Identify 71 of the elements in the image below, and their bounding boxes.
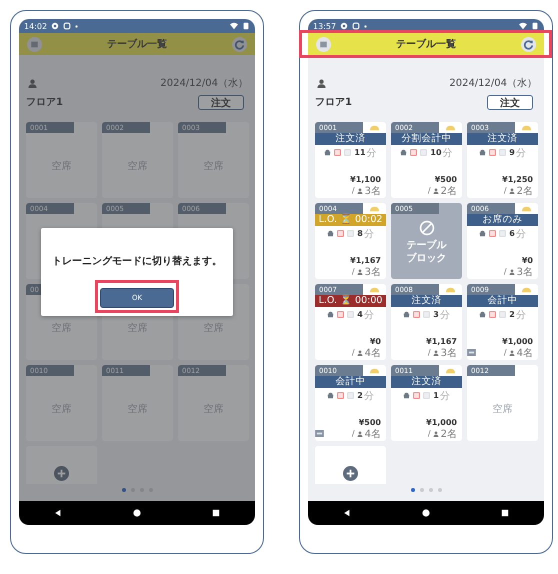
guest-count: 3名 xyxy=(516,266,533,278)
separator-text: / xyxy=(352,429,355,438)
status-label: 注文済 xyxy=(467,133,538,145)
amount-text: ¥1,167 xyxy=(349,256,382,265)
elapsed-minutes: 8 xyxy=(357,229,363,238)
elapsed-minutes: 10 xyxy=(430,148,442,157)
blocked-label: テーブル ブロック xyxy=(406,239,446,265)
guest-count: 4名 xyxy=(516,346,533,360)
floor-label: フロア1 xyxy=(26,96,63,109)
guest-count: 2名 xyxy=(516,184,533,198)
elapsed-minutes: 3 xyxy=(433,310,439,319)
minutes-unit: 分 xyxy=(366,146,377,160)
status-label: 注文済 xyxy=(391,295,462,307)
dialog-message: トレーニングモードに切り替えます。 xyxy=(52,254,222,268)
date-text: 2024/12/04（水） xyxy=(449,76,537,90)
elapsed-minutes: 2 xyxy=(509,310,515,319)
status-label: 分割会計中 xyxy=(391,133,462,145)
amount-text: ¥1,250 xyxy=(501,175,534,184)
minutes-unit: 分 xyxy=(364,308,374,322)
separator-text: / xyxy=(428,348,431,357)
guest-count: 3名 xyxy=(440,346,457,360)
status-time: 14:02 xyxy=(24,22,48,30)
guest-count: 4名 xyxy=(364,346,381,360)
status-label: 会計中 xyxy=(467,295,538,307)
status-label: L.O. ⏳ 00:00 xyxy=(315,295,386,307)
screen-title: テーブル一覧 xyxy=(395,38,457,51)
elapsed-minutes: 6 xyxy=(509,229,515,238)
separator-text: / xyxy=(428,429,431,438)
elapsed-minutes: 2 xyxy=(357,391,363,400)
minutes-unit: 分 xyxy=(440,390,450,402)
amount-text: ¥500 xyxy=(358,418,382,427)
screen-title: テーブル一覧 xyxy=(106,38,168,51)
minutes-unit: 分 xyxy=(516,146,526,160)
elapsed-minutes: 1 xyxy=(433,391,439,400)
floor-label: フロア1 xyxy=(315,96,352,109)
amount-text: ¥0 xyxy=(368,337,382,346)
status-label: 注文済 xyxy=(391,376,462,388)
status-label: L.O. ⏳ 00:02 xyxy=(315,214,386,226)
amount-text: ¥1,000 xyxy=(425,418,458,427)
amount-text: ¥1,167 xyxy=(425,337,458,346)
minutes-unit: 分 xyxy=(442,146,453,160)
elapsed-minutes: 4 xyxy=(357,310,363,319)
vacant-label: 空席 xyxy=(492,402,512,416)
separator-text: / xyxy=(504,186,507,195)
status-time: 13:57 xyxy=(313,22,336,30)
separator-text: / xyxy=(504,267,507,276)
separator-text: / xyxy=(352,186,355,195)
minutes-unit: 分 xyxy=(364,390,374,402)
elapsed-minutes: 9 xyxy=(509,148,515,157)
separator-text: / xyxy=(352,267,355,276)
guest-count: 4名 xyxy=(364,428,381,440)
status-label: お席のみ xyxy=(467,214,538,226)
amount-text: ¥500 xyxy=(434,175,458,184)
minutes-unit: 分 xyxy=(516,228,526,240)
minutes-unit: 分 xyxy=(364,228,374,240)
status-label: 注文済 xyxy=(315,133,386,145)
amount-text: ¥1,000 xyxy=(501,337,534,346)
guest-count: 2名 xyxy=(440,184,457,198)
status-label: 会計中 xyxy=(315,376,386,388)
minutes-unit: 分 xyxy=(440,308,450,322)
guest-count: 2名 xyxy=(440,428,457,440)
amount-text: ¥0 xyxy=(520,256,534,265)
date-text: 2024/12/04（水） xyxy=(160,76,248,90)
separator-text: / xyxy=(504,348,507,357)
separator-text: / xyxy=(352,348,355,357)
guest-count: 3名 xyxy=(364,266,381,278)
guest-count: 3名 xyxy=(364,184,381,198)
minutes-unit: 分 xyxy=(516,308,526,322)
separator-text: / xyxy=(428,186,431,195)
elapsed-minutes: 11 xyxy=(354,148,366,157)
amount-text: ¥1,100 xyxy=(349,175,382,184)
